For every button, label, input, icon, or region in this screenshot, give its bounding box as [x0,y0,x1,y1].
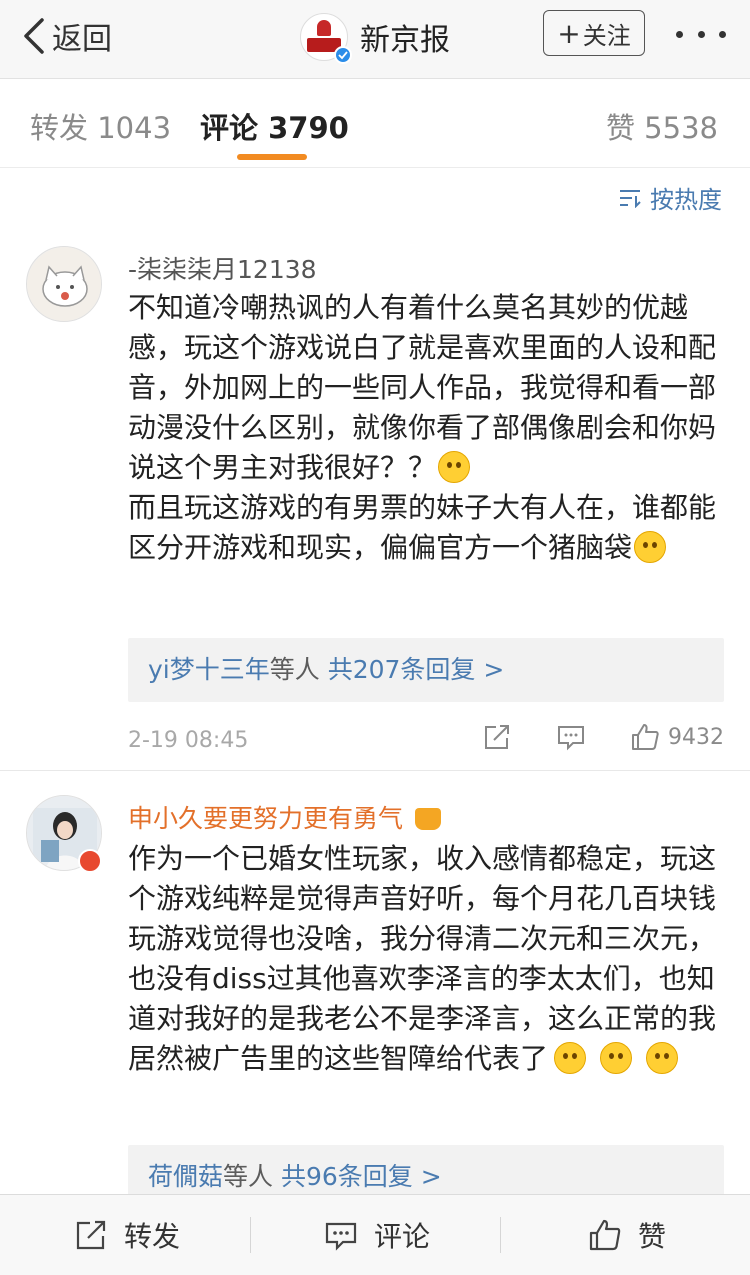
comment-timestamp: 2-19 08:45 [128,728,249,753]
like-label: 赞 [638,1220,667,1253]
squinting-emoji-icon [438,451,471,483]
bottom-toolbar: 转发 评论 赞 [0,1194,750,1275]
comment-username-text: 申小久要更努力更有勇气 [128,804,404,833]
reply-count[interactable]: 共207条回复 > [328,655,505,684]
plus-icon: + [557,16,581,50]
back-button[interactable]: 返回 [20,14,112,58]
thumbs-up-icon [632,724,659,750]
more-options-icon[interactable] [676,24,726,44]
tab-comments[interactable]: 评论 3790 [200,105,349,147]
active-tab-indicator [237,154,307,160]
share-icon [76,1220,106,1250]
comment-actions: 9432 [482,722,724,752]
sort-by-hotness-button[interactable]: 按热度 [618,180,722,215]
vip-badge-icon [78,849,102,873]
comment-item: 申小久要更努力更有勇气 作为一个已婚女性玩家，收入感情都稳定，玩这个游戏纯粹是觉… [0,771,750,1209]
sort-bar: 按热度 [0,168,750,226]
comment-icon [558,726,584,751]
reply-label: 等人 [269,655,320,684]
comment-item: -柒柒柒月12138 不知道冷嘲热讽的人有着什么莫名其妙的优越感，玩这个游戏说白… [0,226,750,770]
hand-on-chin-emoji-icon [554,1042,587,1074]
comment-text-part: 不知道冷嘲热讽的人有着什么莫名其妙的优越感，玩这个游戏说白了就是喜欢里面的人设和… [128,291,717,484]
reply-user[interactable]: yi梦十三年 [148,655,270,684]
reply-label: 等人 [223,1162,274,1191]
comment-button[interactable]: 评论 [324,1195,430,1275]
verified-badge-icon [334,46,352,64]
follow-label: 关注 [582,21,631,50]
comment-username[interactable]: -柒柒柒月12138 [128,250,317,286]
chevron-left-icon [24,18,44,54]
tab-likes[interactable]: 赞 5538 [606,105,718,147]
top-nav: 返回 新京报 + 关注 [0,0,750,79]
repost-label: 转发 [124,1220,181,1253]
share-comment-button[interactable] [482,722,512,752]
like-button[interactable]: 赞 [588,1195,666,1275]
tab-bar: 转发 1043 评论 3790 赞 5538 [0,79,750,168]
account-title[interactable]: 新京报 [300,12,450,64]
follow-button[interactable]: + 关注 [543,10,645,56]
comment-text: 作为一个已婚女性玩家，收入感情都稳定，玩这个游戏纯粹是觉得声音好听，每个月花几百… [128,839,720,1079]
like-comment-button[interactable]: 9432 [630,722,724,752]
comment-username[interactable]: 申小久要更努力更有勇气 [128,799,441,835]
page-title: 新京报 [360,23,450,58]
comment-label: 评论 [374,1220,431,1253]
like-count: 9432 [668,724,724,750]
toolbar-separator [500,1217,501,1253]
share-icon [485,725,509,749]
comment-icon [325,1222,357,1251]
avatar[interactable] [26,246,102,322]
member-crown-icon [414,808,441,830]
comment-text-part: 作为一个已婚女性玩家，收入感情都稳定，玩这个游戏纯粹是觉得声音好听，每个月花几百… [128,842,717,1075]
comment-text: 不知道冷嘲热讽的人有着什么莫名其妙的优越感，玩这个游戏说白了就是喜欢里面的人设和… [128,288,720,568]
hand-on-chin-emoji-icon [646,1042,679,1074]
sort-icon [620,189,641,208]
thumbs-up-icon [589,1219,621,1251]
shrug-emoji-icon [634,531,667,563]
reply-count[interactable]: 共96条回复 > [281,1162,442,1191]
comment-text-part: 而且玩这游戏的有男票的妹子大有人在，谁都能区分开游戏和现实，偏偏官方一个猪脑袋 [128,491,717,564]
account-logo [300,13,352,64]
hand-on-chin-emoji-icon [600,1042,633,1074]
reply-comment-button[interactable] [556,722,586,752]
tab-reposts[interactable]: 转发 1043 [30,105,171,147]
toolbar-separator [250,1217,251,1253]
reply-user[interactable]: 荷僩菇 [148,1162,223,1191]
replies-box[interactable]: yi梦十三年等人 共207条回复 > [128,638,724,702]
sort-label: 按热度 [650,186,722,214]
back-label: 返回 [52,22,112,57]
repost-button[interactable]: 转发 [74,1195,180,1275]
